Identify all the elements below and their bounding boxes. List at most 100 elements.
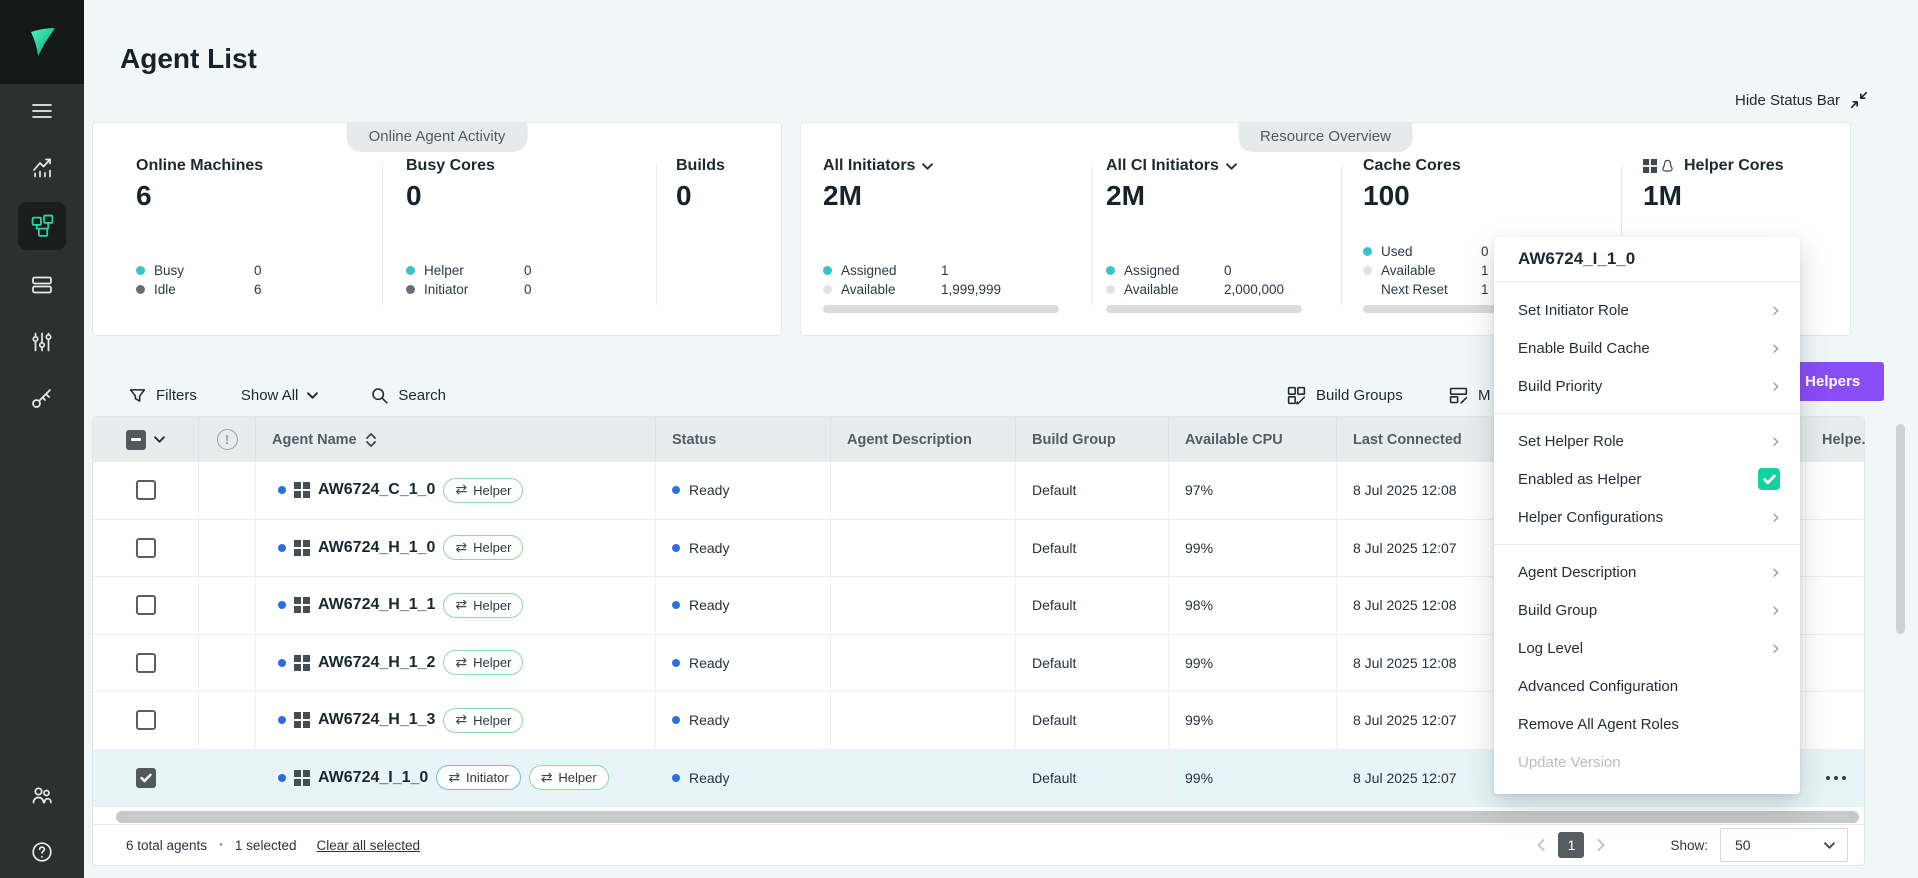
page-number-button[interactable]: 1 [1558, 832, 1584, 858]
menu-item-enabled-as-helper[interactable]: Enabled as Helper [1494, 460, 1800, 498]
all-initiators-dropdown[interactable]: All Initiators [823, 157, 933, 175]
legend-row: Busy0 [136, 263, 262, 277]
sidebar [0, 0, 84, 878]
available-cpu-cell: 99% [1169, 692, 1337, 749]
menu-divider [1494, 413, 1800, 414]
chevron-down-icon [1226, 163, 1237, 170]
linux-os-icon [1661, 159, 1674, 174]
legend-dot [823, 266, 832, 275]
legend-dot [1363, 285, 1372, 294]
dashboard-chart-icon[interactable] [18, 144, 66, 192]
legend-row: Assigned1 [823, 263, 1001, 277]
windows-os-icon [1643, 159, 1657, 173]
card-tab-label: Online Agent Activity [347, 122, 528, 152]
separator-dot: • [219, 839, 223, 851]
column-header-agent-name[interactable]: Agent Name [256, 417, 656, 462]
swap-icon: ⇄ [455, 483, 467, 497]
helper-badge: ⇄Helper [443, 650, 523, 675]
menu-hamburger-icon[interactable] [18, 87, 66, 135]
previous-page-button[interactable] [1530, 834, 1552, 856]
row-checkbox[interactable] [136, 480, 156, 500]
agent-name: AW6724_H_1_0 [318, 539, 435, 557]
swap-icon: ⇄ [455, 656, 467, 670]
select-menu-chevron-icon[interactable] [154, 436, 165, 443]
chevron-down-icon [922, 163, 933, 170]
chevron-right-icon: › [1772, 376, 1780, 397]
manage-button-truncated[interactable]: M [1448, 385, 1491, 406]
horizontal-scrollbar[interactable] [116, 811, 1859, 823]
status-text: Ready [689, 540, 729, 556]
legend-row: Used0 [1363, 244, 1489, 258]
stat-value: 100 [1363, 180, 1410, 212]
swap-icon: ⇄ [455, 598, 467, 612]
sidebar-item-licenses-key-icon[interactable] [18, 375, 66, 423]
menu-item-build-group[interactable]: Build Group› [1494, 591, 1800, 629]
chevron-right-icon: › [1772, 431, 1780, 452]
filters-button[interactable]: Filters [128, 386, 197, 405]
legend-row: Idle6 [136, 282, 262, 296]
app-logo[interactable] [0, 0, 84, 84]
agent-name: AW6724_H_1_3 [318, 711, 435, 729]
search-button[interactable]: Search [370, 386, 446, 405]
row-actions-menu-icon[interactable] [1820, 770, 1853, 787]
available-cpu-cell: 99% [1169, 750, 1337, 807]
stat-value: 1M [1643, 180, 1682, 212]
swap-icon: ⇄ [448, 771, 460, 785]
menu-item-helper-configurations[interactable]: Helper Configurations› [1494, 498, 1800, 536]
show-label: Show: [1670, 838, 1708, 853]
legend-dot [136, 266, 145, 275]
sidebar-item-users-icon[interactable] [18, 771, 66, 819]
menu-item-agent-description[interactable]: Agent Description› [1494, 553, 1800, 591]
menu-item-update-version-disabled: Update Version [1494, 743, 1800, 781]
column-header-helpers: Helpe.. [1806, 417, 1866, 462]
row-checkbox[interactable] [136, 653, 156, 673]
enabled-as-helper-checkbox[interactable] [1758, 468, 1780, 490]
menu-item-build-priority[interactable]: Build Priority› [1494, 367, 1800, 405]
row-checkbox-checked[interactable] [136, 768, 156, 788]
column-header-status: Status [656, 417, 831, 462]
build-groups-button[interactable]: Build Groups [1286, 385, 1403, 406]
legend-row: Initiator0 [406, 282, 532, 296]
sidebar-item-agents-icon[interactable] [18, 202, 66, 250]
show-all-dropdown[interactable]: Show All [241, 387, 319, 404]
menu-item-enable-build-cache[interactable]: Enable Build Cache› [1494, 329, 1800, 367]
clear-all-selected-link[interactable]: Clear all selected [316, 838, 420, 853]
help-icon[interactable] [18, 828, 66, 876]
sidebar-item-boards-icon[interactable] [18, 261, 66, 309]
agent-description-cell [831, 520, 1016, 577]
row-checkbox[interactable] [136, 538, 156, 558]
menu-item-set-helper-role[interactable]: Set Helper Role› [1494, 422, 1800, 460]
page-size-value: 50 [1735, 837, 1751, 853]
status-text: Ready [689, 770, 729, 786]
helper-badge: ⇄Helper [443, 593, 523, 618]
menu-item-advanced-configuration[interactable]: Advanced Configuration [1494, 667, 1800, 705]
legend-dot [136, 285, 145, 294]
brand-logo-icon [22, 22, 62, 62]
column-header-build-group: Build Group [1016, 417, 1169, 462]
legend-row: Available1,999,999 [823, 282, 1001, 296]
chevron-down-icon [307, 392, 318, 399]
all-ci-initiators-dropdown[interactable]: All CI Initiators [1106, 157, 1237, 175]
page-size-select[interactable]: 50 [1720, 828, 1848, 862]
build-group-cell: Default [1016, 750, 1169, 807]
online-dot [278, 486, 286, 494]
select-all-checkbox[interactable] [126, 430, 146, 450]
sidebar-item-settings-sliders-icon[interactable] [18, 318, 66, 366]
stat-label: Online Machines [136, 157, 263, 175]
vertical-scrollbar[interactable] [1896, 424, 1905, 634]
next-page-button[interactable] [1590, 834, 1612, 856]
menu-item-remove-all-agent-roles[interactable]: Remove All Agent Roles [1494, 705, 1800, 743]
menu-item-set-initiator-role[interactable]: Set Initiator Role› [1494, 291, 1800, 329]
online-dot [278, 659, 286, 667]
hide-status-bar-button[interactable]: Hide Status Bar [1735, 90, 1869, 110]
row-checkbox[interactable] [136, 595, 156, 615]
status-text: Ready [689, 482, 729, 498]
divider [656, 163, 657, 305]
row-checkbox[interactable] [136, 710, 156, 730]
sort-icon[interactable] [366, 433, 376, 447]
table-footer: 6 total agents • 1 selected Clear all se… [93, 824, 1864, 865]
menu-item-log-level[interactable]: Log Level› [1494, 629, 1800, 667]
chevron-right-icon: › [1772, 562, 1780, 583]
build-groups-label: Build Groups [1316, 387, 1403, 404]
chevron-right-icon: › [1772, 507, 1780, 528]
